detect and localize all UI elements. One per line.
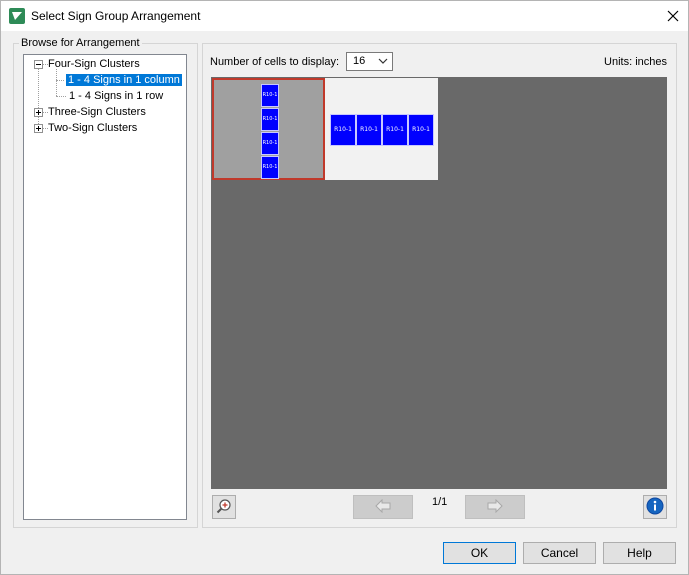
arrangement-gallery: R10-1 R10-1 R10-1 R10-1 R10-1 R10-1 R10-… — [211, 77, 667, 489]
arrow-right-icon — [487, 498, 503, 516]
window-title: Select Sign Group Arrangement — [31, 9, 201, 23]
sign-thumbnail: R10-1 — [261, 132, 279, 155]
gallery-cell-column[interactable]: R10-1 R10-1 R10-1 R10-1 — [212, 78, 325, 180]
sign-thumbnail: R10-1 — [330, 114, 356, 146]
sign-thumbnail: R10-1 — [261, 108, 279, 131]
sign-label: R10-1 — [262, 140, 278, 146]
tree-item-label: Three-Sign Clusters — [48, 106, 146, 118]
collapse-icon[interactable] — [34, 60, 43, 69]
cells-count-value: 16 — [353, 55, 366, 67]
zoom-button[interactable] — [212, 495, 236, 519]
help-button[interactable]: Help — [603, 542, 676, 564]
info-icon — [646, 497, 664, 518]
page-indicator: 1/1 — [432, 496, 448, 508]
tree-item-four-sign-clusters[interactable]: Four-Sign Clusters — [48, 56, 140, 72]
ok-button[interactable]: OK — [443, 542, 516, 564]
gallery-cell-row[interactable]: R10-1 R10-1 R10-1 R10-1 — [325, 78, 438, 180]
tree-item-two-sign-clusters[interactable]: Two-Sign Clusters — [48, 120, 137, 136]
app-icon — [9, 8, 25, 24]
zoom-in-icon — [216, 498, 232, 517]
sign-thumbnail: R10-1 — [261, 156, 279, 179]
tree-connector — [56, 80, 66, 81]
sign-label: R10-1 — [360, 126, 378, 133]
cancel-button[interactable]: Cancel — [523, 542, 596, 564]
arrow-left-icon — [375, 498, 391, 516]
tree-item-three-sign-clusters[interactable]: Three-Sign Clusters — [48, 104, 146, 120]
sign-label: R10-1 — [386, 126, 404, 133]
close-icon[interactable] — [658, 1, 688, 31]
cells-count-label: Number of cells to display: — [210, 56, 339, 68]
tree-item-label: 1 - 4 Signs in 1 row — [69, 90, 164, 102]
title-bar: Select Sign Group Arrangement — [1, 1, 688, 31]
sign-thumbnail: R10-1 — [356, 114, 382, 146]
dialog-window: Select Sign Group Arrangement Browse for… — [0, 0, 689, 575]
previous-page-button[interactable] — [353, 495, 413, 519]
info-button[interactable] — [643, 495, 667, 519]
sign-label: R10-1 — [262, 116, 278, 122]
sign-label: R10-1 — [262, 92, 278, 98]
tree-item-label: 1 - 4 Signs in 1 column — [65, 73, 183, 87]
tree-connector — [56, 96, 66, 97]
tree-item-1-4-signs-row[interactable]: 1 - 4 Signs in 1 row — [69, 88, 163, 104]
tree-item-label: Two-Sign Clusters — [48, 122, 138, 134]
sign-thumbnail: R10-1 — [261, 84, 279, 107]
sign-label: R10-1 — [334, 126, 352, 133]
sign-label: R10-1 — [412, 126, 430, 133]
sign-label: R10-1 — [262, 164, 278, 170]
chevron-down-icon — [378, 56, 388, 69]
cells-count-select[interactable]: 16 — [346, 52, 393, 71]
tree-connector — [38, 68, 39, 130]
sign-thumbnail: R10-1 — [382, 114, 408, 146]
next-page-button[interactable] — [465, 495, 525, 519]
tree-connector — [56, 69, 57, 96]
expand-icon[interactable] — [34, 108, 43, 117]
sign-thumbnail: R10-1 — [408, 114, 434, 146]
browse-group-label: Browse for Arrangement — [19, 37, 142, 49]
tree-item-label: Four-Sign Clusters — [48, 58, 140, 70]
tree-item-1-4-signs-column[interactable]: 1 - 4 Signs in 1 column — [65, 72, 183, 88]
arrangement-tree[interactable]: Four-Sign Clusters 1 - 4 Signs in 1 colu… — [23, 54, 187, 520]
expand-icon[interactable] — [34, 124, 43, 133]
units-label: Units: inches — [604, 56, 667, 68]
